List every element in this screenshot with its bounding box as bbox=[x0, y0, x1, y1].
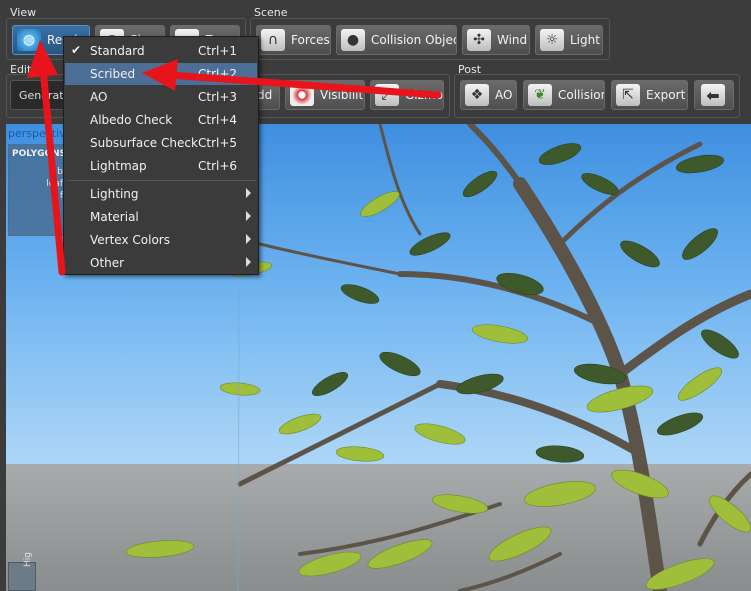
menu-item-subsurface-check[interactable]: Subsurface Check Ctrl+5 bbox=[65, 132, 257, 154]
render-mode-menu: ✔ Standard Ctrl+1 Scribed Ctrl+2 AO Ctrl… bbox=[63, 36, 259, 275]
submenu-arrow-icon bbox=[246, 234, 251, 244]
menu-item-other[interactable]: Other bbox=[65, 252, 257, 274]
export-button[interactable]: ⇱ Export bbox=[611, 80, 688, 110]
menu-item-label: Vertex Colors bbox=[90, 233, 170, 247]
ao-icon: ❖ bbox=[465, 84, 489, 106]
lod-slider[interactable]: Hig bbox=[8, 552, 36, 591]
submenu-arrow-icon bbox=[246, 211, 251, 221]
menu-item-label: AO bbox=[90, 90, 108, 104]
forces-label: Forces bbox=[291, 33, 330, 47]
wind-button[interactable]: ✣ Wind bbox=[462, 25, 530, 55]
stats-title: POLYGONS bbox=[12, 149, 67, 159]
export-label: Export bbox=[646, 88, 686, 102]
menu-separator bbox=[68, 180, 256, 181]
checkmark-icon: ✔ bbox=[71, 43, 82, 57]
wind-label: Wind bbox=[497, 33, 528, 47]
light-button[interactable]: ☼ Light bbox=[535, 25, 603, 55]
menu-item-label: Subsurface Check bbox=[90, 136, 198, 150]
lod-slider-label: Hig bbox=[23, 552, 33, 567]
menu-item-vertex-colors[interactable]: Vertex Colors bbox=[65, 229, 257, 251]
visibility-label: Visibility bbox=[320, 88, 364, 102]
stats-line: leaf bbox=[46, 179, 63, 189]
camera-label[interactable]: perspectiv bbox=[8, 127, 66, 140]
menu-item-label: Other bbox=[90, 256, 125, 270]
submenu-arrow-icon bbox=[246, 188, 251, 198]
gizmo-button[interactable]: ⤢ Gizmo bbox=[370, 80, 444, 110]
collision-button[interactable]: ❦ Collision bbox=[523, 80, 605, 110]
gizmo-icon: ⤢ bbox=[375, 84, 399, 106]
ao-label: AO bbox=[495, 88, 513, 102]
leaf-icon: ❦ bbox=[528, 84, 552, 106]
menu-item-lighting[interactable]: Lighting bbox=[65, 183, 257, 205]
menu-item-label: Material bbox=[90, 210, 139, 224]
back-button[interactable]: ⬅ bbox=[694, 80, 734, 110]
submenu-arrow-icon bbox=[246, 257, 251, 267]
gizmo-label: Gizmo bbox=[405, 88, 443, 102]
menu-item-shortcut: Ctrl+1 bbox=[198, 44, 238, 58]
menu-item-label: Lighting bbox=[90, 187, 139, 201]
menu-item-albedo-check[interactable]: Albedo Check Ctrl+4 bbox=[65, 109, 257, 131]
collision-objects-button[interactable]: ● Collision Objects bbox=[336, 25, 457, 55]
lamp-icon: ☼ bbox=[540, 29, 564, 51]
polygon-stats-panel: POLYGONS b leaf f bbox=[8, 144, 66, 236]
generator-dropdown[interactable]: Generato bbox=[10, 80, 70, 110]
menu-item-scribed[interactable]: Scribed Ctrl+2 bbox=[65, 63, 257, 85]
globe-icon: ◍ bbox=[17, 29, 41, 51]
menu-item-label: Standard bbox=[90, 44, 145, 58]
menu-item-shortcut: Ctrl+4 bbox=[198, 113, 238, 127]
menu-item-standard[interactable]: ✔ Standard Ctrl+1 bbox=[65, 40, 257, 62]
menu-item-label: Lightmap bbox=[90, 159, 147, 173]
collision-objects-label: Collision Objects bbox=[371, 33, 456, 47]
light-label: Light bbox=[570, 33, 600, 47]
menu-item-lightmap[interactable]: Lightmap Ctrl+6 bbox=[65, 155, 257, 177]
fan-icon: ✣ bbox=[467, 29, 491, 51]
magnet-icon: ∩ bbox=[261, 29, 285, 51]
export-icon: ⇱ bbox=[616, 84, 640, 106]
menu-item-ao[interactable]: AO Ctrl+3 bbox=[65, 86, 257, 108]
menu-item-shortcut: Ctrl+3 bbox=[198, 90, 238, 104]
menu-item-shortcut: Ctrl+6 bbox=[198, 159, 238, 173]
menu-item-label: Scribed bbox=[90, 67, 136, 81]
viewport-left-bar bbox=[0, 124, 6, 591]
back-arrow-icon: ⬅ bbox=[701, 84, 725, 106]
collision-label: Collision bbox=[558, 88, 605, 102]
bomb-icon: ● bbox=[341, 29, 365, 51]
visibility-button[interactable]: Visibility bbox=[285, 80, 365, 110]
menu-item-shortcut: Ctrl+5 bbox=[198, 136, 238, 150]
forces-button[interactable]: ∩ Forces bbox=[256, 25, 331, 55]
ao-button[interactable]: ❖ AO bbox=[460, 80, 517, 110]
menu-item-shortcut: Ctrl+2 bbox=[198, 67, 238, 81]
eye-icon bbox=[290, 84, 314, 106]
menu-item-label: Albedo Check bbox=[90, 113, 173, 127]
menu-item-material[interactable]: Material bbox=[65, 206, 257, 228]
